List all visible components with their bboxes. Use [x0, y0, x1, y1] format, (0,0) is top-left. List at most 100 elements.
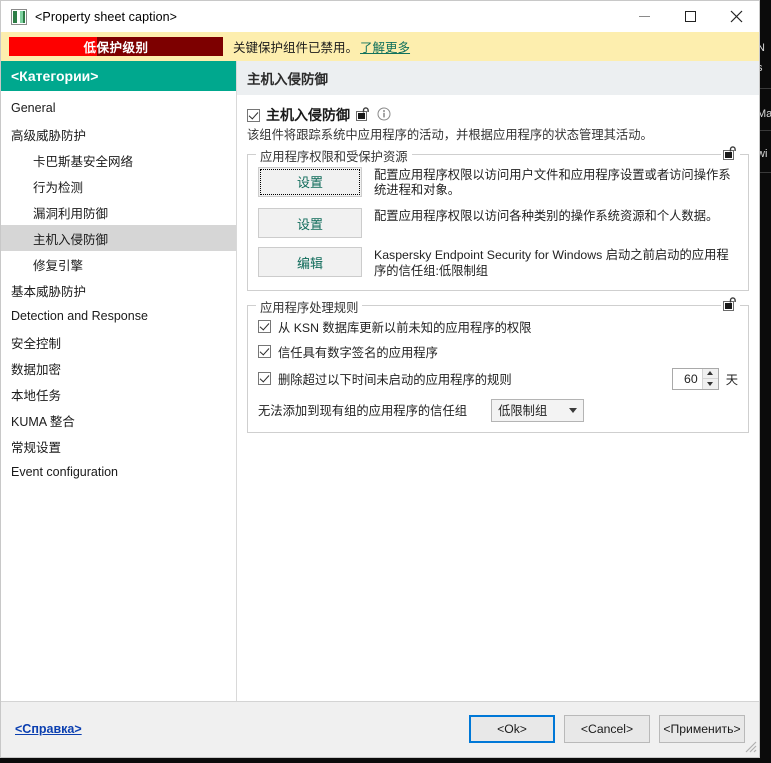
rule-checkbox-row[interactable]: 删除超过以下时间未启动的应用程序的规则 60 天: [258, 367, 738, 390]
close-icon[interactable]: [713, 1, 759, 32]
sidebar-item[interactable]: KUMA 整合: [1, 407, 236, 433]
apply-button[interactable]: <Применить>: [659, 714, 745, 743]
help-link[interactable]: <Справка>: [15, 722, 82, 736]
sidebar-item-label: 安全控制: [11, 336, 62, 351]
trust-group-value: 低限制组: [498, 404, 548, 419]
group-legend: 应用程序权限和受保护资源: [256, 146, 412, 165]
component-title: 主机入侵防御: [266, 107, 350, 123]
configure-button[interactable]: 设置: [258, 166, 362, 197]
sidebar-item[interactable]: 行为检测: [1, 173, 236, 199]
protection-level-bar: 低保护级别: [9, 37, 223, 56]
sidebar-item[interactable]: 本地任务: [1, 381, 236, 407]
component-toggle-row: 主机入侵防御: [247, 105, 749, 125]
padlock-open-icon[interactable]: [721, 296, 740, 311]
cancel-button[interactable]: <Cancel>: [564, 714, 650, 743]
trust-group-row: 无法添加到现有组的应用程序的信任组 低限制组: [258, 398, 738, 422]
warning-banner: 低保护级别 关键保护组件已禁用。 了解更多: [1, 32, 759, 61]
settings-row-description: 配置应用程序权限以访问各种类别的操作系统资源和个人数据。: [374, 209, 719, 224]
sidebar-item-label: 漏洞利用防御: [33, 206, 109, 221]
sidebar-item[interactable]: 数据加密: [1, 355, 236, 381]
sidebar-item[interactable]: 常规设置: [1, 433, 236, 459]
padlock-open-icon[interactable]: [721, 145, 740, 160]
sidebar-item[interactable]: Event configuration: [1, 459, 236, 485]
trust-group-dropdown[interactable]: 低限制组: [491, 398, 585, 422]
sidebar-item[interactable]: 漏洞利用防御: [1, 199, 236, 225]
sidebar-item[interactable]: General: [1, 95, 236, 121]
sidebar-item-label: 行为检测: [33, 180, 84, 195]
sidebar-item-label: 主机入侵防御: [33, 232, 109, 247]
window-controls: [621, 1, 759, 32]
sidebar-item-label: 高级威胁防护: [11, 128, 87, 143]
maximize-icon[interactable]: [667, 1, 713, 32]
app-icon: [11, 8, 27, 25]
configure-button[interactable]: 编辑: [258, 247, 362, 278]
ok-button[interactable]: <Ok>: [469, 714, 555, 743]
sidebar-header: <Категории>: [1, 61, 236, 91]
info-icon[interactable]: [377, 107, 391, 124]
main-pane: 主机入侵防御 主机入侵防御 该组件将跟踪系统中应用程序的活动，并根据应用程序的状…: [237, 61, 759, 701]
sidebar-item[interactable]: Detection and Response: [1, 303, 236, 329]
stepper-down-icon[interactable]: [702, 379, 718, 389]
resource-row-list: 设置 配置应用程序权限以访问用户文件和应用程序设置或者访问操作系统进程和对象。 设置…: [258, 166, 738, 280]
sidebar-item-label: 修复引擎: [33, 258, 84, 273]
rule-checkbox-row[interactable]: 信任具有数字签名的应用程序: [258, 343, 738, 361]
stepper-buttons[interactable]: [701, 368, 718, 389]
minimize-icon[interactable]: [621, 1, 667, 32]
property-sheet-dialog: <Property sheet caption> 低保护级别 关键保护组件已禁用…: [0, 0, 760, 758]
enable-component-checkbox[interactable]: [247, 108, 260, 122]
banner-message: 关键保护组件已禁用。 了解更多: [231, 37, 410, 56]
chevron-down-icon: [569, 407, 578, 413]
category-sidebar: <Категории> General 高级威胁防护卡巴斯基安全网络 行为检测漏洞利…: [1, 61, 237, 701]
component-description: 该组件将跟踪系统中应用程序的活动，并根据应用程序的状态管理其活动。: [247, 128, 653, 142]
configure-button[interactable]: 设置: [258, 208, 362, 239]
trust-group-label: 无法添加到现有组的应用程序的信任组: [258, 404, 468, 419]
protection-level-indicator: 低保护级别: [1, 32, 231, 61]
rule-label: 信任具有数字签名的应用程序: [278, 345, 438, 360]
title-bar: <Property sheet caption>: [1, 1, 759, 32]
sidebar-item[interactable]: 主机入侵防御: [1, 225, 236, 251]
sidebar-item[interactable]: 卡巴斯基安全网络: [1, 147, 236, 173]
sidebar-nav-list: General 高级威胁防护卡巴斯基安全网络 行为检测漏洞利用防御 主机入侵防御 修复引…: [1, 95, 236, 485]
rule-label: 从 KSN 数据库更新以前未知的应用程序的权限: [278, 320, 532, 335]
group-application-resources: 应用程序权限和受保护资源 设置 配置应用程序权限以访问用户文件和应用程序设置或者访…: [247, 145, 749, 291]
settings-row: 设置 配置应用程序权限以访问用户文件和应用程序设置或者访问操作系统进程和对象。: [258, 166, 738, 199]
settings-row-description: 配置应用程序权限以访问用户文件和应用程序设置或者访问操作系统进程和对象。: [374, 167, 731, 198]
dialog-body: <Категории> General 高级威胁防护卡巴斯基安全网络 行为检测漏洞利…: [1, 61, 759, 701]
sidebar-item-label: 卡巴斯基安全网络: [33, 154, 134, 169]
sidebar-item-label: 数据加密: [11, 362, 62, 377]
sidebar-item-label: Detection and Response: [11, 309, 148, 323]
days-stepper[interactable]: 60: [671, 367, 719, 390]
sidebar-item-label: General: [11, 101, 56, 115]
banner-message-text: 关键保护组件已禁用。: [233, 41, 359, 55]
main-content: 主机入侵防御 该组件将跟踪系统中应用程序的活动，并根据应用程序的状态管理其活动。…: [237, 95, 759, 433]
rule-checkbox-row[interactable]: 从 KSN 数据库更新以前未知的应用程序的权限: [258, 318, 738, 336]
sidebar-item-label: KUMA 整合: [11, 414, 75, 429]
resize-grip[interactable]: [744, 740, 757, 753]
protection-level-label: 低保护级别: [83, 41, 149, 55]
sidebar-item-label: Event configuration: [11, 465, 119, 479]
group-processing-rules: 应用程序处理规则 从 KSN 数据库更新以前未知的应用程序的权限 信任具有数字签…: [247, 296, 749, 433]
rule-label: 删除超过以下时间未启动的应用程序的规则: [278, 372, 512, 387]
settings-row: 设置 配置应用程序权限以访问各种类别的操作系统资源和个人数据。: [258, 208, 738, 239]
stepper-up-icon[interactable]: [702, 368, 718, 380]
group-legend: 应用程序处理规则: [256, 297, 363, 316]
sidebar-item-label: 本地任务: [11, 388, 62, 403]
sidebar-item-label: 基本威胁防护: [11, 284, 87, 299]
trust-signed-apps-checkbox[interactable]: [258, 345, 271, 359]
days-unit-label: 天: [725, 372, 738, 387]
delete-stale-rules-checkbox[interactable]: [258, 372, 271, 386]
padlock-open-icon[interactable]: [356, 106, 371, 124]
settings-row: 编辑 Kaspersky Endpoint Security for Window…: [258, 247, 738, 279]
window-title: <Property sheet caption>: [35, 9, 178, 24]
settings-row-description: Kaspersky Endpoint Security for Windows …: [374, 248, 729, 278]
sidebar-item[interactable]: 基本威胁防护: [1, 277, 236, 303]
sidebar-item[interactable]: 修复引擎: [1, 251, 236, 277]
sidebar-item[interactable]: 高级威胁防护: [1, 121, 236, 147]
sidebar-item[interactable]: 安全控制: [1, 329, 236, 355]
sidebar-item-label: 常规设置: [11, 440, 62, 455]
learn-more-link[interactable]: 了解更多: [360, 41, 410, 55]
days-value[interactable]: 60: [673, 369, 702, 389]
update-ksn-permissions-checkbox[interactable]: [258, 320, 271, 334]
dialog-footer: <Справка> <Ok> <Cancel> <Применить>: [1, 701, 759, 755]
page-title: 主机入侵防御: [237, 61, 759, 95]
